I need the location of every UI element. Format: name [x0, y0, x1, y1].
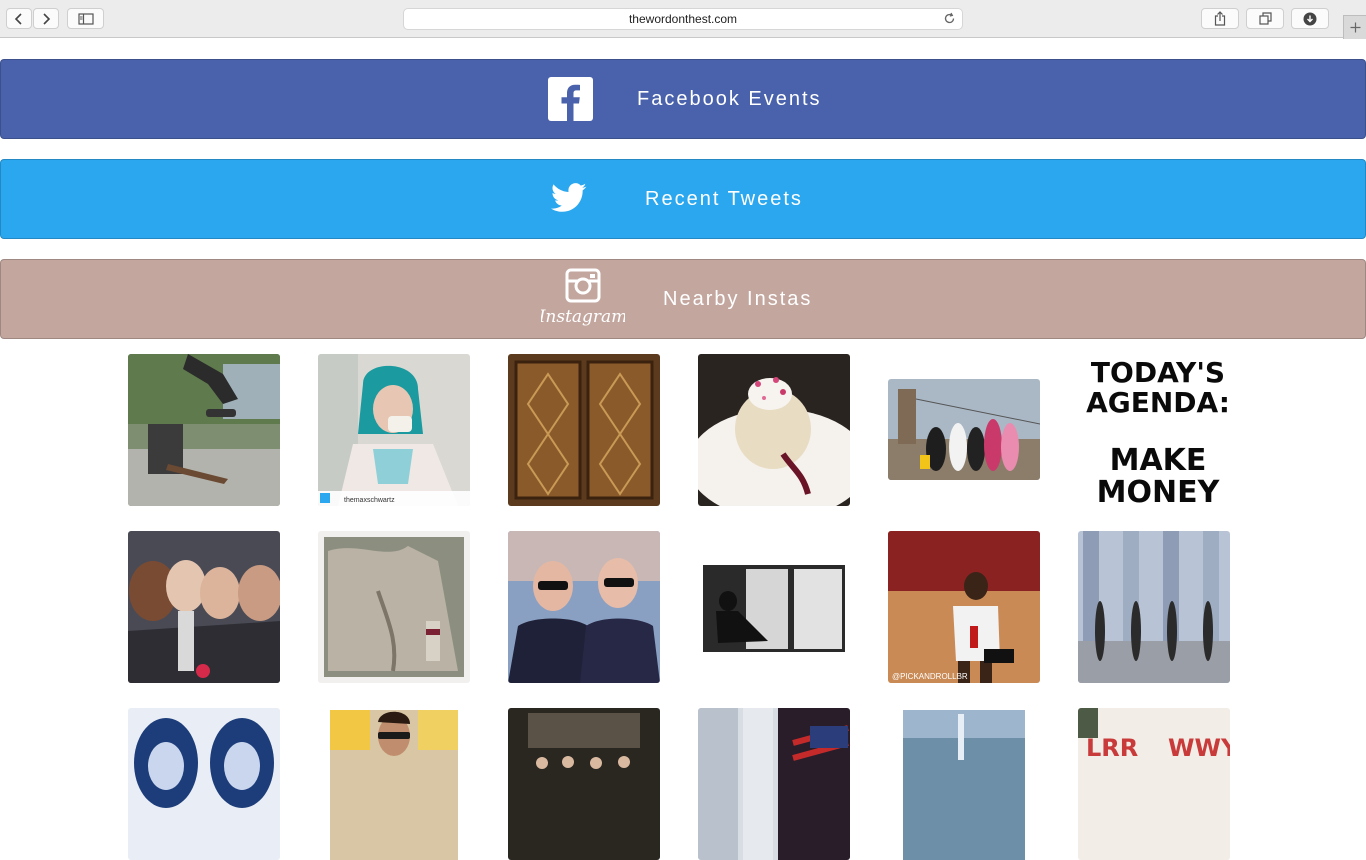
instagram-wordmark: Instagram	[541, 307, 625, 327]
photo-tile[interactable]	[128, 531, 280, 683]
photo-tile[interactable]	[698, 354, 850, 506]
wall-lettering-2: WWY	[1168, 734, 1230, 762]
forward-button[interactable]	[33, 8, 59, 29]
agenda-line-1: TODAY'S	[1091, 356, 1225, 389]
photo-tile[interactable]: @PICKANDROLLBR	[888, 531, 1040, 683]
agenda-line-2: AGENDA:	[1086, 386, 1230, 419]
photo-tile[interactable]: themaxschwartz	[318, 354, 470, 506]
address-bar[interactable]: thewordonthest.com	[403, 8, 963, 30]
photo-tile[interactable]	[1078, 531, 1230, 683]
agenda-line-3: MAKE	[1110, 443, 1207, 478]
photo-tile[interactable]	[508, 531, 660, 683]
share-button[interactable]	[1201, 8, 1239, 29]
photo-tile[interactable]	[318, 531, 470, 683]
photo-tile[interactable]	[888, 379, 1040, 480]
tabs-overview-button[interactable]	[1246, 8, 1284, 29]
sidebar-icon	[77, 12, 94, 25]
photo-tile[interactable]: LRR WWY	[1078, 708, 1230, 860]
plus-icon	[1350, 22, 1360, 33]
facebook-icon	[548, 77, 593, 121]
tabs-overview-icon	[1258, 12, 1272, 25]
photo-tile[interactable]	[318, 708, 470, 860]
back-button[interactable]	[6, 8, 32, 29]
url-text: thewordonthest.com	[628, 12, 738, 26]
photo-caption: @PICKANDROLLBR	[892, 672, 968, 681]
photo-tile[interactable]	[508, 354, 660, 506]
photo-tile[interactable]	[128, 708, 280, 860]
wall-lettering-1: LRR	[1086, 734, 1138, 762]
new-tab-button[interactable]	[1343, 15, 1366, 39]
photo-tile[interactable]	[128, 354, 280, 506]
photo-tile[interactable]	[888, 708, 1040, 860]
downloads-button[interactable]	[1291, 8, 1329, 29]
share-icon	[1214, 11, 1226, 26]
twitter-bird-icon	[551, 183, 587, 218]
nearby-instas-bar[interactable]: Instagram Nearby Instas	[0, 259, 1366, 339]
recent-tweets-label: Recent Tweets	[645, 188, 803, 210]
photo-tile[interactable]	[698, 708, 850, 860]
browser-toolbar: thewordonthest.com	[0, 0, 1366, 39]
chevron-right-icon	[43, 12, 51, 25]
recent-tweets-bar[interactable]: Recent Tweets	[0, 159, 1366, 239]
photo-tile[interactable]	[508, 708, 660, 860]
photo-tile[interactable]	[698, 531, 850, 683]
reload-icon[interactable]	[943, 12, 956, 30]
agenda-line-4: MONEY	[1097, 475, 1221, 506]
photo-caption: themaxschwartz	[344, 497, 395, 504]
sidebar-button[interactable]	[67, 8, 104, 29]
download-icon	[1303, 12, 1317, 25]
facebook-events-label: Facebook Events	[637, 88, 822, 110]
facebook-events-bar[interactable]: Facebook Events	[0, 59, 1366, 139]
nearby-instas-label: Nearby Instas	[663, 288, 813, 310]
chevron-left-icon	[14, 12, 22, 25]
photo-tile[interactable]: TODAY'S AGENDA: MAKE MONEY	[1078, 354, 1230, 506]
instagram-icon: Instagram	[538, 268, 627, 337]
